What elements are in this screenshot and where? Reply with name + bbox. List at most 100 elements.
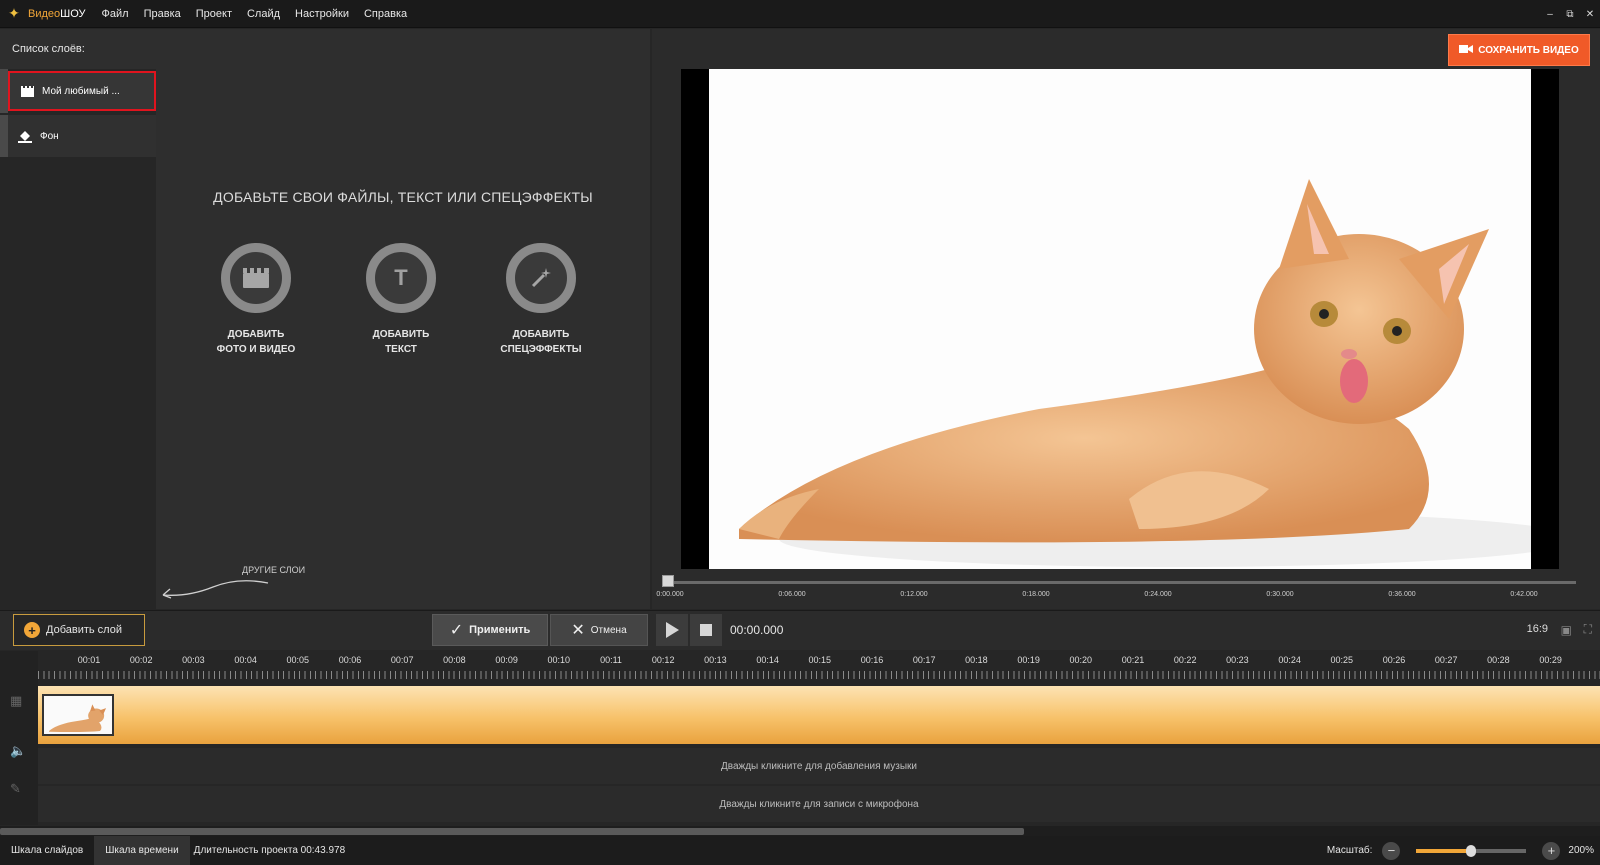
preview-panel: СОХРАНИТЬ ВИДЕО 0:00.000 0:06.000 0:12.0… (652, 29, 1600, 609)
microphone-track-hint: Дважды кликните для записи с микрофона (719, 798, 919, 810)
menu-settings[interactable]: Настройки (295, 8, 349, 20)
ruler-label: 00:11 (600, 655, 622, 665)
play-icon (666, 622, 679, 638)
layer-item-label: Фон (40, 130, 59, 142)
timeline-scrollbar[interactable] (0, 826, 1600, 836)
ruler-label: 00:08 (443, 655, 466, 665)
film-icon (20, 85, 34, 97)
play-button[interactable] (656, 614, 688, 646)
menu-project[interactable]: Проект (196, 8, 232, 20)
layer-item-my-favorite[interactable]: Мой любимый ... (8, 71, 156, 111)
layers-list: Мой любимый ... Фон (0, 69, 156, 609)
ruler-label: 00:22 (1173, 655, 1197, 665)
zoom-out-button[interactable]: − (1382, 841, 1401, 860)
ruler-label: 00:17 (912, 655, 936, 665)
layers-title: Список слоёв: (12, 43, 85, 55)
toolbar: + Добавить слой ✓ Применить ✕ Отмена 00:… (0, 610, 1600, 650)
fullscreen-icon[interactable]: ⛶ (1584, 622, 1592, 637)
paint-bucket-icon (18, 130, 32, 143)
ruler-label: 00:26 (1382, 655, 1406, 665)
close-icon: ✕ (571, 622, 585, 639)
ruler-label: 00:20 (1069, 655, 1093, 665)
scrub-tick-label: 0:30.000 (1266, 591, 1294, 598)
add-text-button[interactable]: T ДОБАВИТЬ ТЕКСТ (341, 243, 461, 357)
ruler-label: 00:13 (704, 655, 727, 665)
video-camera-icon (1459, 44, 1474, 57)
add-text-label: ДОБАВИТЬ ТЕКСТ (372, 329, 430, 355)
ruler-label: 00:07 (390, 655, 414, 665)
plus-icon: + (24, 622, 40, 638)
menu-help[interactable]: Справка (364, 8, 407, 20)
clapperboard-icon (221, 243, 291, 313)
layer-strip (0, 115, 8, 157)
status-bar: Шкала слайдов Шкала времени Длительность… (0, 836, 1600, 865)
microphone-track[interactable]: Дважды кликните для записи с микрофона (38, 786, 1600, 822)
add-photo-video-button[interactable]: ДОБАВИТЬ ФОТО И ВИДЕО (196, 243, 316, 357)
music-track[interactable]: Дважды кликните для добавления музыки (38, 748, 1600, 784)
scrubber-handle[interactable] (662, 575, 674, 587)
menu-edit[interactable]: Правка (144, 8, 181, 20)
menu-file[interactable]: Файл (102, 8, 129, 20)
menu-bar: ✦ ВидеоШОУ Файл Правка Проект Слайд Наст… (0, 0, 1600, 28)
zoom-label: Масштаб: (1326, 845, 1373, 856)
ruler-label: 00:15 (808, 655, 832, 665)
snapshot-icon[interactable]: ▣ (1561, 623, 1572, 637)
ruler-label: 00:29 (1539, 655, 1562, 665)
apply-button[interactable]: ✓ Применить (432, 614, 548, 646)
save-video-label: СОХРАНИТЬ ВИДЕО (1478, 44, 1579, 56)
add-effects-button[interactable]: ДОБАВИТЬ СПЕЦЭФФЕКТЫ (481, 243, 601, 357)
zoom-slider[interactable] (1416, 844, 1527, 857)
arrow-hint-icon (162, 580, 269, 599)
ruler-label: 00:10 (547, 655, 571, 665)
scrub-tick-label: 0:00.000 (656, 591, 684, 598)
minimize-icon[interactable]: ‒ (1540, 9, 1560, 20)
cancel-button[interactable]: ✕ Отмена (550, 614, 648, 646)
checkmark-icon: ✓ (449, 622, 464, 639)
project-duration: Длительность проекта 00:43.978 (193, 845, 346, 856)
ruler-label: 00:28 (1487, 655, 1510, 665)
add-layer-button[interactable]: + Добавить слой (13, 614, 145, 646)
scrollbar-thumb[interactable] (0, 828, 1024, 835)
ruler-label: 00:09 (495, 655, 518, 665)
ruler-label: 00:23 (1226, 655, 1249, 665)
drop-area-title: ДОБАВЬТЕ СВОИ ФАЙЛЫ, ТЕКСТ ИЛИ СПЕЦЭФФЕК… (213, 189, 593, 205)
scrub-tick-label: 0:24.000 (1144, 591, 1172, 598)
video-track[interactable] (38, 686, 1600, 744)
ruler-label: 00:27 (1434, 655, 1458, 665)
window-controls: ‒ ⧉ ✕ (1540, 0, 1600, 28)
zoom-in-button[interactable]: + (1542, 841, 1561, 860)
ruler-label: 00:19 (1017, 655, 1040, 665)
preview-image (709, 69, 1531, 569)
clip-thumbnail[interactable] (42, 694, 114, 736)
ruler-label: 00:12 (651, 655, 675, 665)
ruler-label: 00:02 (129, 655, 153, 665)
menu-slide[interactable]: Слайд (247, 8, 280, 20)
ruler-label: 00:06 (338, 655, 362, 665)
music-track-hint: Дважды кликните для добавления музыки (720, 760, 918, 772)
video-preview[interactable] (681, 69, 1559, 569)
add-layer-label: Добавить слой (46, 624, 122, 636)
aspect-ratio[interactable]: 16:9 (1527, 623, 1548, 635)
close-icon[interactable]: ✕ (1580, 9, 1600, 20)
save-video-button[interactable]: СОХРАНИТЬ ВИДЕО (1448, 34, 1590, 66)
magic-wand-icon (506, 243, 576, 313)
tab-slides[interactable]: Шкала слайдов (0, 836, 94, 865)
ruler-label: 00:04 (234, 655, 257, 665)
zoom-slider-handle[interactable] (1466, 844, 1477, 857)
scrub-tick-label: 0:12.000 (900, 591, 928, 598)
restore-icon[interactable]: ⧉ (1560, 9, 1580, 20)
scrubber-track (666, 581, 1576, 584)
stop-button[interactable] (690, 614, 722, 646)
scrub-tick-label: 0:36.000 (1388, 591, 1416, 598)
other-layers-hint: ДРУГИЕ СЛОИ (242, 565, 306, 575)
timeline-ruler[interactable]: 00:01 00:02 00:03 00:04 00:05 00:06 00:07 00:08… (38, 651, 1600, 681)
layer-item-background[interactable]: Фон (8, 115, 156, 157)
add-photo-video-label: ДОБАВИТЬ ФОТО И ВИДЕО (216, 329, 296, 355)
preview-scrubber[interactable]: 0:00.000 0:06.000 0:12.000 0:18.000 0:24… (656, 575, 1590, 605)
layer-strip (0, 69, 8, 113)
tab-timeline[interactable]: Шкала времени (94, 836, 190, 865)
cancel-label: Отмена (590, 624, 627, 636)
stop-icon (700, 624, 712, 636)
text-icon: T (366, 243, 436, 313)
scrub-tick-label: 0:42.000 (1510, 591, 1538, 598)
